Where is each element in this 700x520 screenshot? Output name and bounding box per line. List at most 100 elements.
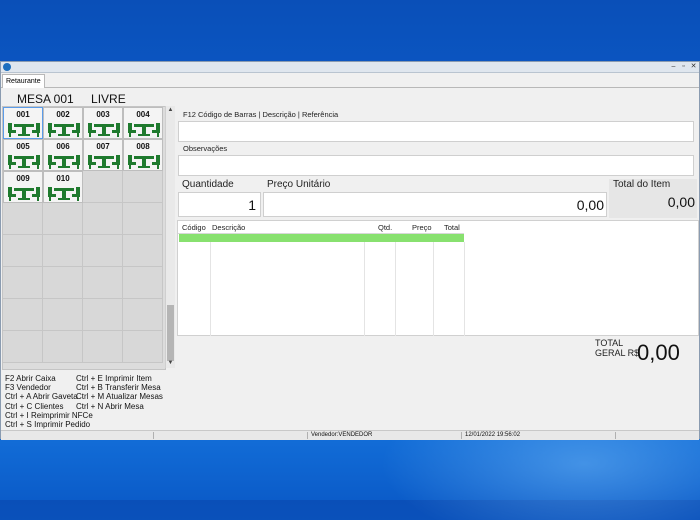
- app-icon: [3, 63, 11, 71]
- status-datetime: 12/01/2022 19:56:02: [465, 432, 521, 438]
- table-number: 002: [56, 110, 70, 119]
- items-table-header: Código Descrição Qtd. Preço Total: [178, 221, 464, 233]
- tab-restaurante[interactable]: Retaurante: [2, 74, 45, 88]
- shortcut-atualizar-mesas: Ctrl + M Atualizar Mesas: [76, 392, 163, 402]
- table-tile[interactable]: 002: [43, 107, 83, 139]
- empty-table-slot: [3, 203, 43, 235]
- empty-table-slot: [83, 171, 123, 203]
- table-tile[interactable]: 005: [3, 139, 43, 171]
- empty-table-slot: [43, 299, 83, 331]
- scroll-down-arrow-icon[interactable]: ▼: [166, 359, 175, 368]
- col-divider: [395, 242, 396, 336]
- table-tile[interactable]: 008: [123, 139, 163, 171]
- total-item-box: Total do Item 0,00: [609, 179, 697, 218]
- total-geral-value: 0,00: [637, 340, 680, 365]
- total-geral-label: TOTAL GERAL R$: [595, 338, 639, 358]
- empty-table-slot: [3, 331, 43, 363]
- empty-table-slot: [123, 331, 163, 363]
- status-separator: [615, 432, 616, 439]
- restore-button[interactable]: ▫: [679, 62, 688, 71]
- status-separator: [307, 432, 308, 439]
- empty-table-slot: [3, 299, 43, 331]
- shortcuts-col2: Ctrl + E Imprimir Item Ctrl + B Transfer…: [76, 374, 163, 411]
- status-separator: [461, 432, 462, 439]
- app-window: – ▫ ✕ Retaurante MESA 001 LIVRE 001 002 00…: [0, 61, 700, 440]
- total-geral-label-line2: GERAL R$: [595, 348, 640, 358]
- col-divider: [364, 242, 365, 336]
- tables-grid: 001 002 003 004 005 006 007 008 009 010: [2, 106, 166, 370]
- table-tile[interactable]: 003: [83, 107, 123, 139]
- search-label: F12 Código de Barras | Descrição | Refer…: [183, 110, 339, 119]
- table-tile[interactable]: 007: [83, 139, 123, 171]
- empty-table-slot: [43, 267, 83, 299]
- table-tile[interactable]: 010: [43, 171, 83, 203]
- quantidade-label: Quantidade: [182, 179, 234, 190]
- empty-table-slot: [43, 331, 83, 363]
- empty-table-slot: [123, 299, 163, 331]
- status-bar: Vendedor:VENDEDOR 12/01/2022 19:56:02: [1, 430, 699, 440]
- table-number: 001: [16, 110, 30, 119]
- empty-table-slot: [83, 267, 123, 299]
- table-tile[interactable]: 006: [43, 139, 83, 171]
- col-preco[interactable]: Preço: [412, 223, 432, 232]
- status-separator: [153, 432, 154, 439]
- col-divider: [433, 242, 434, 336]
- quantidade-input[interactable]: 1: [178, 192, 261, 217]
- col-qtd[interactable]: Qtd.: [378, 223, 392, 232]
- empty-table-slot: [83, 331, 123, 363]
- status-vendedor: Vendedor:VENDEDOR: [311, 432, 373, 438]
- observacoes-input[interactable]: [178, 155, 694, 176]
- empty-table-slot: [3, 267, 43, 299]
- empty-table-slot: [123, 203, 163, 235]
- empty-table-slot: [43, 203, 83, 235]
- shortcut-reimprimir-nfce: Ctrl + I Reimprimir NFCe: [5, 410, 93, 420]
- empty-table-slot: [43, 235, 83, 267]
- empty-table-slot: [3, 235, 43, 267]
- table-number: 004: [136, 110, 150, 119]
- observacoes-label: Observações: [183, 144, 228, 153]
- preco-unitario-input[interactable]: 0,00: [263, 192, 607, 217]
- minimize-button[interactable]: –: [669, 62, 678, 71]
- search-input[interactable]: [178, 121, 694, 142]
- scroll-thumb[interactable]: [167, 305, 174, 361]
- total-item-value: 0,00: [667, 194, 695, 210]
- items-table[interactable]: Código Descrição Qtd. Preço Total: [177, 220, 699, 336]
- preco-unitario-value: 0,00: [576, 197, 604, 213]
- empty-table-slot: [83, 299, 123, 331]
- tables-scrollbar[interactable]: ▲ ▼: [165, 106, 175, 368]
- col-divider: [210, 242, 211, 336]
- empty-table-slot: [123, 235, 163, 267]
- title-bar: – ▫ ✕: [1, 62, 699, 73]
- table-tile[interactable]: 009: [3, 171, 43, 203]
- shortcut-imprimir-pedido: Ctrl + S Imprimir Pedido: [5, 420, 91, 430]
- table-number: 003: [96, 110, 110, 119]
- table-number: 008: [136, 142, 150, 151]
- mesa-status: LIVRE: [91, 92, 126, 106]
- table-number: 006: [56, 142, 70, 151]
- col-divider: [464, 242, 465, 336]
- table-tile[interactable]: 004: [123, 107, 163, 139]
- empty-table-slot: [83, 235, 123, 267]
- selected-row[interactable]: [179, 234, 464, 242]
- table-number: 009: [16, 174, 30, 183]
- table-tile[interactable]: 001: [3, 107, 43, 139]
- col-total[interactable]: Total: [444, 223, 460, 232]
- table-number: 010: [56, 174, 70, 183]
- col-descricao[interactable]: Descrição: [212, 223, 245, 232]
- total-geral-label-line1: TOTAL: [595, 338, 624, 348]
- empty-table-slot: [83, 203, 123, 235]
- scroll-up-arrow-icon[interactable]: ▲: [166, 106, 175, 115]
- close-button[interactable]: ✕: [689, 62, 698, 71]
- total-item-label: Total do Item: [613, 179, 671, 190]
- empty-table-slot: [123, 267, 163, 299]
- mesa-header: MESA 001 LIVRE: [17, 92, 140, 106]
- preco-unitario-label: Preço Unitário: [267, 179, 331, 190]
- empty-table-slot: [123, 171, 163, 203]
- mesa-title: MESA 001: [17, 92, 74, 106]
- quantidade-value: 1: [248, 197, 256, 213]
- shortcut-imprimir-item: Ctrl + E Imprimir Item: [76, 374, 152, 383]
- shortcut-transferir-mesa: Ctrl + B Transferir Mesa: [76, 383, 161, 393]
- col-codigo[interactable]: Código: [182, 223, 206, 232]
- table-number: 007: [96, 142, 110, 151]
- tab-strip: Retaurante: [1, 73, 699, 88]
